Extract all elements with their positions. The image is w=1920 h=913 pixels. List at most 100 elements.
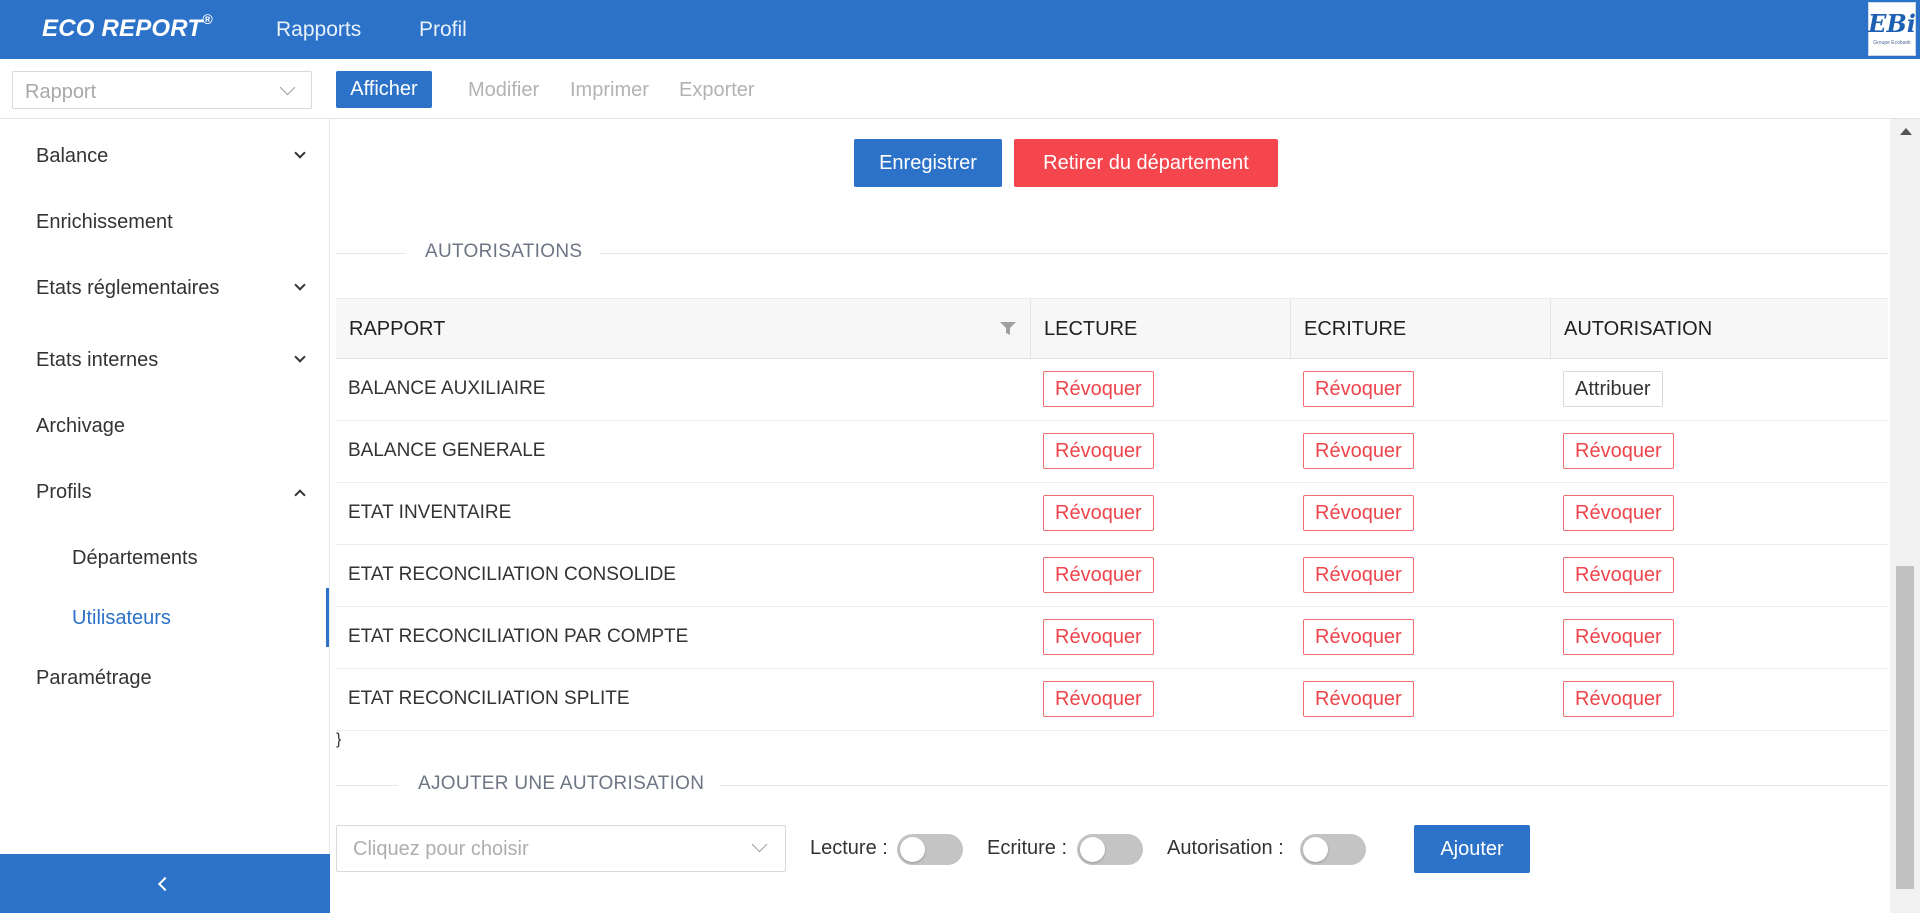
- rapport-name: ETAT INVENTAIRE: [348, 502, 512, 523]
- table-row: ETAT RECONCILIATION PAR COMPTE Révoquer …: [336, 607, 1888, 669]
- revoquer-autorisation-button[interactable]: Révoquer: [1563, 557, 1674, 593]
- revoquer-autorisation-button[interactable]: Révoquer: [1563, 619, 1674, 655]
- lecture-toggle-label: Lecture :: [810, 837, 888, 859]
- modifier-button[interactable]: Modifier: [468, 79, 539, 102]
- autorisation-toggle[interactable]: [1300, 834, 1366, 865]
- company-logo: EBi Groupe Ecobank: [1868, 2, 1916, 56]
- autorisation-toggle-label: Autorisation :: [1167, 837, 1284, 859]
- autorisations-table: RAPPORT LECTURE ECRITURE AUTORISATION BA…: [336, 298, 1888, 749]
- sidebar-item-departements[interactable]: Départements: [72, 547, 198, 570]
- section-divider: [720, 785, 1888, 786]
- scroll-up-arrow-icon[interactable]: [1900, 128, 1912, 135]
- toggle-knob: [1303, 837, 1328, 862]
- exporter-button[interactable]: Exporter: [679, 79, 755, 102]
- table-row: ETAT INVENTAIRE Révoquer Révoquer Révoqu…: [336, 483, 1888, 545]
- top-header: ECO REPORT® Rapports Profil EBi Groupe E…: [0, 0, 1920, 59]
- attribuer-autorisation-button[interactable]: Attribuer: [1563, 371, 1663, 407]
- revoquer-ecriture-button[interactable]: Révoquer: [1303, 433, 1414, 469]
- chevron-down-icon: [751, 836, 768, 853]
- logo-subtitle: Groupe Ecobank: [1873, 40, 1911, 46]
- sidebar-item-label: Enrichissement: [36, 211, 173, 233]
- table-row: ETAT RECONCILIATION SPLITE Révoquer Révo…: [336, 669, 1888, 731]
- rapport-choice-placeholder: Cliquez pour choisir: [353, 838, 529, 860]
- sidebar-item-enrichissement[interactable]: Enrichissement: [36, 211, 173, 234]
- sidebar-item-label: Paramétrage: [36, 667, 152, 689]
- revoquer-autorisation-button[interactable]: Révoquer: [1563, 681, 1674, 717]
- sidebar-item-label: Balance: [36, 145, 109, 167]
- sidebar-item-etats-internes[interactable]: Etats internes: [36, 349, 306, 372]
- table-row: BALANCE AUXILIAIRE Révoquer Révoquer Att…: [336, 359, 1888, 421]
- sidebar-item-balance[interactable]: Balance: [36, 145, 306, 168]
- column-header-lecture: LECTURE: [1031, 299, 1291, 359]
- table-row: ETAT RECONCILIATION CONSOLIDE Révoquer R…: [336, 545, 1888, 607]
- report-select[interactable]: Rapport: [12, 71, 312, 109]
- rapport-name: ETAT RECONCILIATION CONSOLIDE: [348, 564, 676, 585]
- brand-registered-mark: ®: [202, 11, 213, 27]
- app-brand[interactable]: ECO REPORT®: [42, 11, 213, 43]
- revoquer-lecture-button[interactable]: Révoquer: [1043, 557, 1154, 593]
- chevron-up-icon: [294, 489, 306, 501]
- lecture-toggle[interactable]: [897, 834, 963, 865]
- sidebar-item-utilisateurs[interactable]: Utilisateurs: [72, 607, 171, 630]
- sidebar-item-etats-reglementaires[interactable]: Etats réglementaires: [36, 277, 306, 300]
- ajouter-button[interactable]: Ajouter: [1414, 825, 1530, 873]
- column-header-ecriture: ECRITURE: [1291, 299, 1551, 359]
- chevron-down-icon: [294, 351, 306, 363]
- revoquer-ecriture-button[interactable]: Révoquer: [1303, 371, 1414, 407]
- table-row: BALANCE GENERALE Révoquer Révoquer Révoq…: [336, 421, 1888, 483]
- chevron-down-icon: [294, 147, 306, 159]
- scrollbar-thumb[interactable]: [1896, 566, 1914, 889]
- filter-icon[interactable]: [1000, 322, 1016, 336]
- sidebar-item-profils[interactable]: Profils: [36, 481, 306, 504]
- revoquer-autorisation-button[interactable]: Révoquer: [1563, 495, 1674, 531]
- sidebar-item-parametrage[interactable]: Paramétrage: [36, 667, 152, 690]
- section-divider: [336, 253, 406, 254]
- revoquer-ecriture-button[interactable]: Révoquer: [1303, 619, 1414, 655]
- revoquer-ecriture-button[interactable]: Révoquer: [1303, 681, 1414, 717]
- revoquer-lecture-button[interactable]: Révoquer: [1043, 619, 1154, 655]
- sidebar-item-archivage[interactable]: Archivage: [36, 415, 125, 438]
- retirer-du-departement-button[interactable]: Retirer du département: [1014, 139, 1278, 187]
- rapport-name: BALANCE AUXILIAIRE: [348, 378, 546, 399]
- rapport-name: ETAT RECONCILIATION PAR COMPTE: [348, 626, 689, 647]
- nav-rapports[interactable]: Rapports: [276, 18, 361, 42]
- column-header-rapport[interactable]: RAPPORT: [336, 299, 1031, 359]
- logo-mark: EBi: [1868, 9, 1916, 38]
- revoquer-lecture-button[interactable]: Révoquer: [1043, 371, 1154, 407]
- revoquer-lecture-button[interactable]: Révoquer: [1043, 433, 1154, 469]
- column-header-label: RAPPORT: [349, 317, 446, 340]
- sidebar-item-label: Etats internes: [36, 349, 159, 371]
- revoquer-lecture-button[interactable]: Révoquer: [1043, 681, 1154, 717]
- rapport-name: BALANCE GENERALE: [348, 440, 546, 461]
- nav-profil[interactable]: Profil: [419, 18, 467, 42]
- report-select-placeholder: Rapport: [25, 81, 97, 103]
- section-divider: [600, 253, 1888, 254]
- toolbar: Rapport Afficher Modifier Imprimer Expor…: [0, 59, 1920, 119]
- sidebar: Balance Enrichissement Etats réglementai…: [0, 119, 330, 913]
- rapport-choice-select[interactable]: Cliquez pour choisir: [336, 825, 786, 872]
- enregistrer-button[interactable]: Enregistrer: [854, 139, 1002, 187]
- revoquer-autorisation-button[interactable]: Révoquer: [1563, 433, 1674, 469]
- revoquer-lecture-button[interactable]: Révoquer: [1043, 495, 1154, 531]
- toggle-knob: [1080, 837, 1105, 862]
- brand-name: ECO REPORT: [42, 15, 203, 42]
- chevron-down-icon: [279, 79, 296, 96]
- imprimer-button[interactable]: Imprimer: [570, 79, 649, 102]
- revoquer-ecriture-button[interactable]: Révoquer: [1303, 495, 1414, 531]
- afficher-button[interactable]: Afficher: [336, 71, 432, 108]
- sidebar-item-label: Profils: [36, 481, 92, 503]
- section-divider: [336, 785, 398, 786]
- main-content: Enregistrer Retirer du département AUTOR…: [330, 119, 1890, 913]
- chevron-left-icon: [157, 876, 173, 891]
- sidebar-item-label: Archivage: [36, 415, 125, 437]
- toggle-knob: [900, 837, 925, 862]
- autorisations-section-title: AUTORISATIONS: [425, 241, 583, 262]
- revoquer-ecriture-button[interactable]: Révoquer: [1303, 557, 1414, 593]
- table-header: RAPPORT LECTURE ECRITURE AUTORISATION: [336, 298, 1888, 359]
- sidebar-item-label: Etats réglementaires: [36, 277, 220, 299]
- ecriture-toggle-label: Ecriture :: [987, 837, 1068, 859]
- sidebar-collapse-button[interactable]: [0, 854, 330, 913]
- rapport-name: ETAT RECONCILIATION SPLITE: [348, 688, 630, 709]
- ecriture-toggle[interactable]: [1077, 834, 1143, 865]
- chevron-down-icon: [294, 279, 306, 291]
